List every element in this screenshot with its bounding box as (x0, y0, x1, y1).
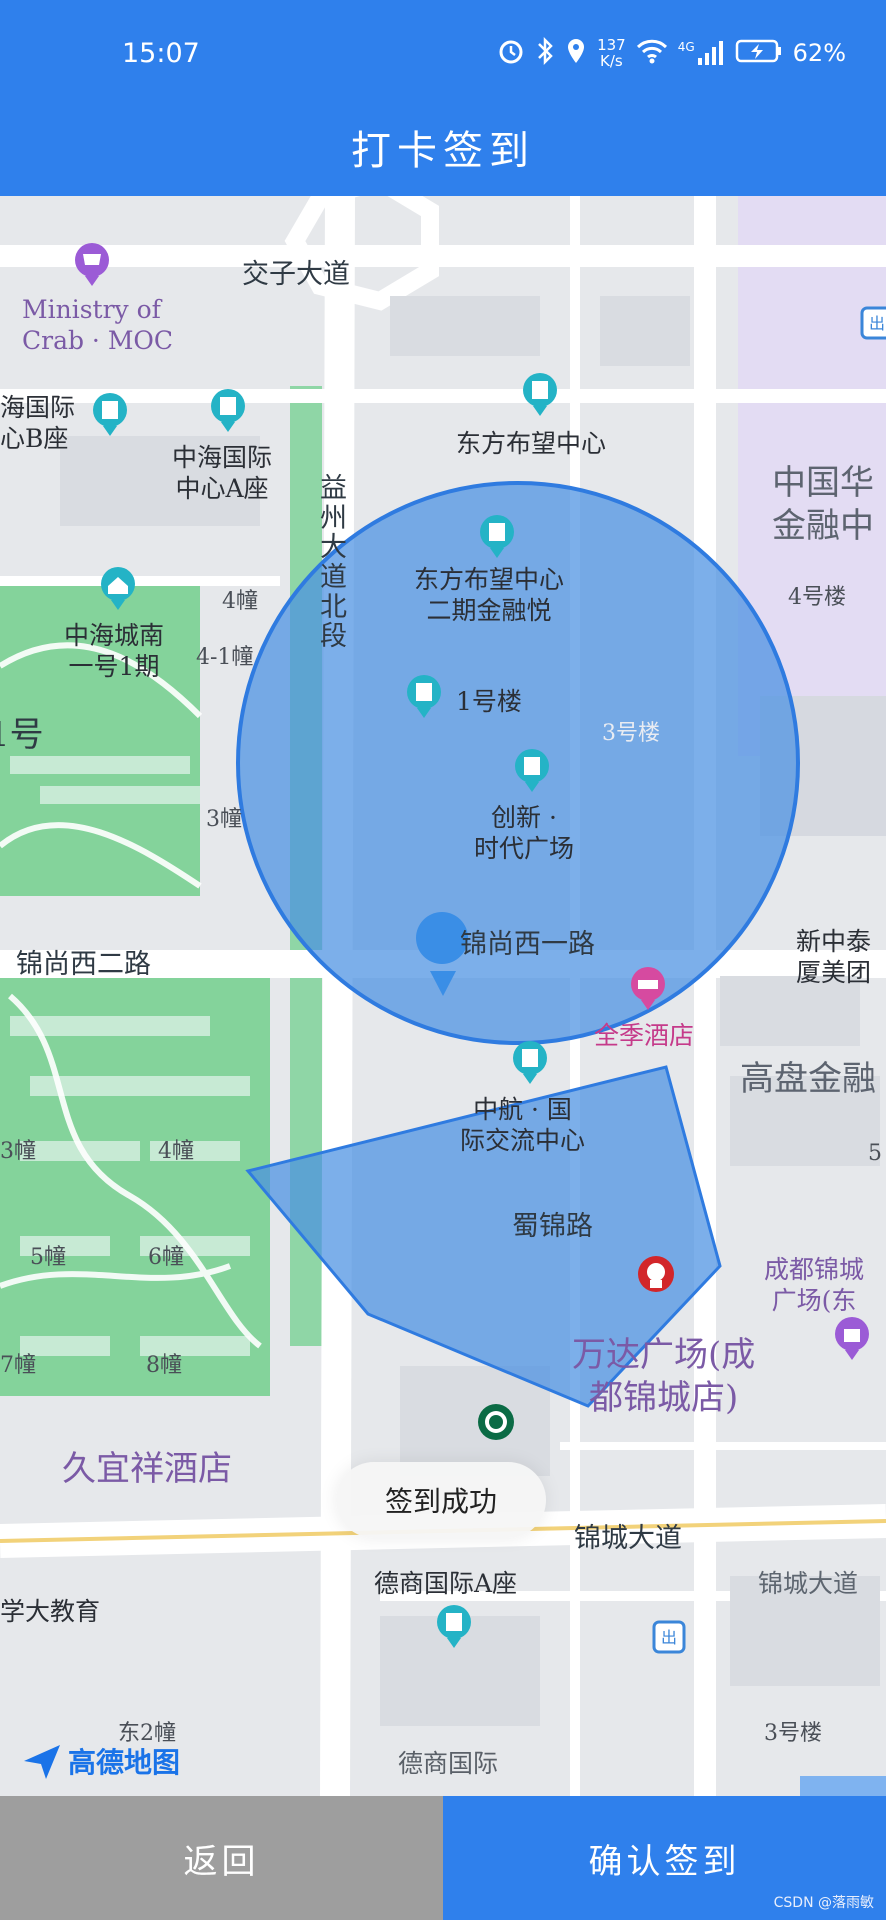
amap-arrow-icon (24, 1745, 60, 1779)
success-toast: 签到成功 (336, 1462, 546, 1538)
battery-icon (735, 38, 783, 68)
net-speed: 137 K/s (597, 37, 626, 69)
poi-label: 久宜祥酒店 (62, 1449, 232, 1489)
poi-label: 创新 · 时代广场 (474, 803, 575, 864)
exit-sign-icon: 出 (652, 1620, 686, 1654)
shopping-poi-icon[interactable] (72, 242, 112, 290)
poi-label: 德商国际 (398, 1749, 499, 1778)
road-label: 益 州 大 道 北 段 (320, 473, 347, 653)
poi-label: 全季酒店 (594, 1021, 695, 1050)
battery-level: 62% (792, 39, 846, 67)
office-poi-icon[interactable] (404, 674, 444, 722)
poi-label: Ministry of Crab · MOC (22, 295, 174, 356)
poi-label: 成都锦城 广场(东 (764, 1255, 865, 1316)
bluetooth-icon (535, 36, 555, 70)
road-label: 交子大道 (242, 259, 350, 290)
road-label: 锦尚西二路 (16, 949, 151, 980)
watermark: CSDN @落雨敏 (773, 1895, 874, 1911)
app-bar: 15:07 137 K/s 4G 62% 打卡签到 (0, 0, 886, 196)
amap-logo: 高德地图 (22, 1741, 180, 1781)
office-poi-icon[interactable] (208, 388, 248, 436)
svg-text:出: 出 (661, 1628, 677, 1647)
building-label: 6幢 (148, 1245, 184, 1270)
signal-icon: 4G (678, 40, 725, 66)
kfc-poi-icon[interactable] (636, 1254, 676, 1302)
road-label: 锦城大道 (574, 1523, 682, 1554)
apartment-poi-icon[interactable] (98, 566, 138, 614)
poi-label: 东方布望中心 二期金融悦 (414, 565, 565, 626)
area-label: 高盘金融 (740, 1059, 876, 1099)
poi-label: 德商国际A座 (374, 1569, 518, 1598)
poi-label: 中航 · 国 际交流中心 (460, 1095, 586, 1156)
poi-label: 学大教育 (0, 1597, 101, 1626)
building-label: 4幢 (222, 589, 258, 614)
road-label: 锦城大道 (758, 1569, 859, 1598)
building-label: 8幢 (146, 1353, 182, 1378)
status-bar: 15:07 137 K/s 4G 62% (0, 0, 886, 110)
confirm-checkin-button[interactable]: 确认签到 CSDN @落雨敏 (443, 1796, 886, 1920)
office-poi-icon[interactable] (90, 392, 130, 440)
area-label: 1号 (0, 715, 44, 755)
office-poi-icon[interactable] (477, 514, 517, 562)
poi-label: 东方布望中心 (456, 429, 607, 458)
building-label: 4幢 (158, 1139, 194, 1164)
confirm-checkin-label: 确认签到 (588, 1841, 741, 1882)
building-label: 3号楼 (602, 721, 660, 746)
net-speed-unit: K/s (600, 52, 623, 70)
starbucks-poi-icon[interactable] (476, 1402, 516, 1450)
alarm-icon (497, 37, 525, 69)
back-button[interactable]: 返回 (0, 1796, 443, 1920)
office-poi-icon[interactable] (510, 1040, 550, 1088)
office-poi-icon[interactable] (512, 748, 552, 796)
poi-label: 中海城南 一号1期 (64, 621, 165, 682)
office-poi-icon[interactable] (434, 1604, 474, 1652)
building-label: 4号楼 (788, 585, 846, 610)
poi-label: 中海国际 中心A座 (172, 443, 273, 504)
building-label: 7幢 (0, 1353, 36, 1378)
road-label: 锦尚西一路 (460, 929, 595, 960)
bottom-bar: 返回 确认签到 CSDN @落雨敏 (0, 1796, 886, 1920)
location-icon (565, 37, 587, 69)
amap-logo-text: 高德地图 (68, 1746, 181, 1779)
shopping-poi-icon[interactable] (832, 1316, 872, 1364)
building-label: 5 (868, 1141, 882, 1166)
building-label: 4-1幢 (196, 645, 254, 670)
exit-sign-icon: 出 (860, 306, 886, 340)
page-title: 打卡签到 (351, 128, 535, 174)
status-time: 15:07 (122, 38, 200, 69)
area-label: 中国华 金融中 (772, 463, 874, 546)
net-speed-value: 137 (597, 36, 626, 54)
map-base (0, 196, 886, 1796)
status-icons: 137 K/s 4G 62% (497, 30, 846, 76)
poi-label: 海国际 心B座 (0, 393, 76, 454)
office-poi-icon[interactable] (520, 372, 560, 420)
building-label: 3幢 (0, 1139, 36, 1164)
map-view[interactable]: 出 出 交子大道 Ministry of Crab · MOC 海国际 心B座 … (0, 196, 886, 1796)
poi-label: 万达广场(成 都锦城店) (572, 1335, 756, 1418)
hotel-poi-icon[interactable] (628, 966, 668, 1014)
poi-label: 1号楼 (456, 687, 522, 716)
svg-text:出: 出 (869, 314, 885, 333)
building-label: 3幢 (206, 807, 242, 832)
poi-label: 新中泰 厦美团 (796, 927, 872, 988)
network-type: 4G (677, 40, 695, 54)
wifi-icon (636, 38, 668, 68)
road-label: 蜀锦路 (512, 1211, 593, 1242)
building-label: 3号楼 (764, 1721, 822, 1746)
building-label: 5幢 (30, 1245, 66, 1270)
